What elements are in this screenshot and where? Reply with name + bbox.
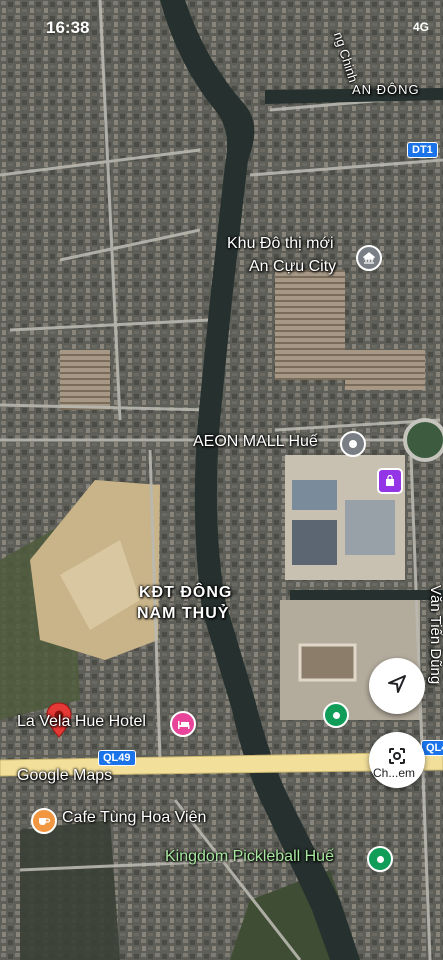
poi-label-an-cuu-line1: Khu Đô thị mới [227,235,334,252]
pickleball-pin-icon[interactable] [367,846,393,872]
lens-button[interactable]: Ch...em [369,732,425,788]
shopping-pin-icon[interactable] [377,468,403,494]
gov-building-pin-icon[interactable] [356,245,382,271]
area-label-kdt-line2: NAM THUỶ [137,605,230,622]
road-shield-ql49: QL49 [98,750,136,766]
location-arrow-icon [386,673,408,700]
status-signal: 4G [412,20,429,34]
road-shield-dt1: DT1 [407,142,438,158]
area-label-kdt-line1: KĐT ĐÔNG [139,584,233,601]
hotel-pin-icon[interactable] [170,711,196,737]
green-poi-pin-icon[interactable] [323,702,349,728]
area-label-an-dong: AN ĐÔNG [352,82,420,97]
poi-label-pickleball: Kingdom Pickleball Huế [165,848,334,865]
road-label-van-tien-dung: Văn Tiến Dũng [427,585,443,685]
status-time: 16:38 [46,18,90,37]
mall-pin-icon[interactable] [340,431,366,457]
google-maps-watermark: Google Maps [17,767,113,784]
my-location-button[interactable] [369,658,425,714]
poi-label-cafe: Cafe Tùng Hoa Viên [62,809,207,826]
poi-label-aeon-mall: AEON MALL Huế [193,433,318,450]
poi-label-an-cuu-line2: An Cựu City [249,258,337,275]
lens-button-label: Ch...em [373,766,416,780]
cafe-pin-icon[interactable] [31,808,57,834]
poi-label-hotel: La Vela Hue Hotel [17,713,146,730]
